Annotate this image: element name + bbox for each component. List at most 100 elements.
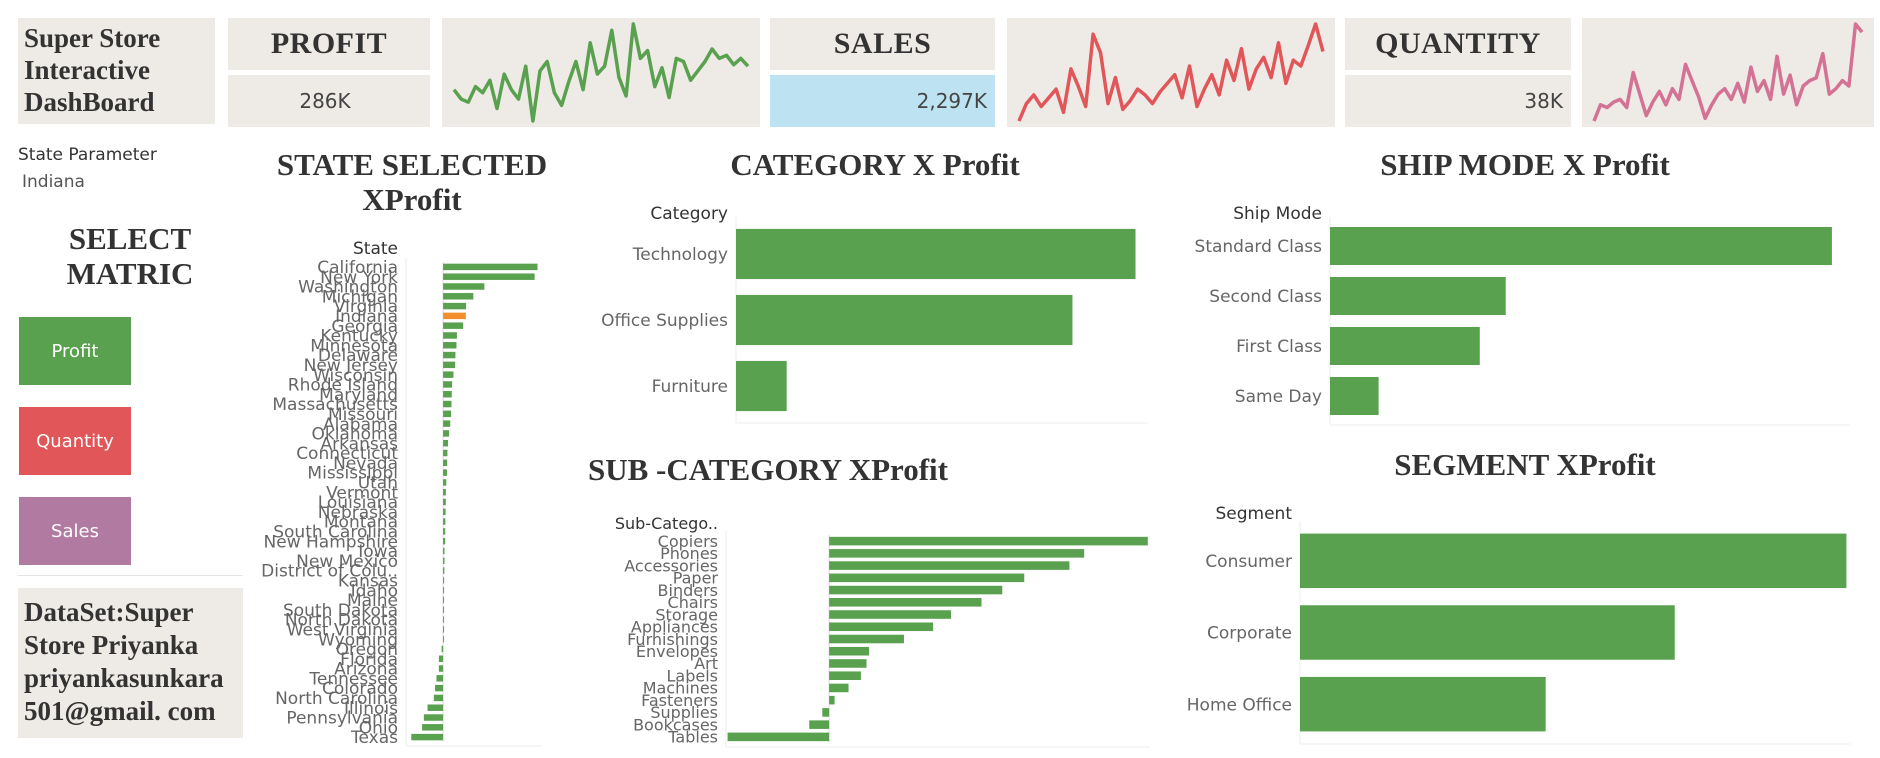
segment-chart-title: SEGMENT XProfit (1394, 447, 1656, 482)
sales-sparkline (1017, 22, 1325, 122)
bar-delaware (443, 351, 456, 359)
sidebar-divider (18, 575, 243, 576)
bar-utah (443, 479, 447, 486)
quantity-sparkline (1592, 22, 1864, 122)
profit-kpi-title: PROFIT (228, 18, 430, 70)
bar-wyoming (443, 635, 445, 643)
bar-ohio (422, 724, 444, 731)
bar-standard-class (1330, 227, 1832, 265)
bar-idaho (443, 586, 445, 594)
segment-profit-chart: Segment Consumer Corporate Home Office (1187, 504, 1850, 745)
bar-paper (829, 573, 1025, 583)
dashboard-title: Super Store Interactive DashBoard (18, 18, 215, 124)
bar-georgia (443, 322, 464, 329)
bar-furniture (736, 360, 787, 412)
sales-kpi-value: 2,297K (770, 75, 995, 127)
category-chart-title: CATEGORY X Profit (730, 147, 1020, 182)
shipmode-chart-title: SHIP MODE X Profit (1380, 147, 1670, 182)
quantity-sparkline-panel (1582, 18, 1874, 127)
tick-label-corporate: Corporate (1207, 624, 1292, 644)
tick-label-technology: Technology (632, 245, 728, 265)
y-axis-title: Segment (1216, 504, 1293, 524)
bar-nebraska (443, 508, 446, 516)
tick-label-furniture: Furniture (652, 377, 728, 397)
tick-label-tables: Tables (667, 728, 718, 747)
quantity-sparkline-line (1592, 22, 1864, 122)
bar-nevada (443, 459, 448, 467)
bar-south-carolina (443, 528, 446, 535)
bar-same-day (1330, 377, 1379, 415)
bar-texas (411, 733, 444, 741)
y-axis-title: Category (650, 204, 728, 224)
bar-first-class (1330, 327, 1480, 365)
state-chart-title-line: STATE SELECTED (276, 147, 548, 182)
bar-new-york (443, 273, 535, 280)
sales-kpi-value-text: 2,297K (916, 89, 987, 113)
bar-furnishings (829, 634, 904, 644)
dashboard-title-line: Interactive (24, 55, 150, 85)
dataset-info-line: 501@gmail. com (24, 696, 216, 726)
dataset-info: DataSet:Super Store Priyanka priyankasun… (18, 588, 243, 738)
tick-label-same-day: Same Day (1235, 387, 1322, 407)
bar-chairs (829, 598, 982, 607)
tick-label-first-class: First Class (1236, 337, 1322, 357)
bar-colorado (435, 684, 444, 692)
dataset-info-line: Store Priyanka (24, 630, 199, 660)
bar-north-dakota (443, 616, 445, 623)
select-metric-title-line: SELECT (68, 221, 192, 256)
profit-kpi-value-text: 286K (299, 89, 351, 113)
tick-label-home-office: Home Office (1187, 695, 1292, 715)
bar-arkansas (443, 439, 449, 447)
bar-illinois (427, 704, 444, 711)
bar-labels (829, 671, 861, 680)
bar-phones (829, 549, 1085, 558)
bar-fasteners (829, 695, 835, 705)
profit-metric-button[interactable]: Profit (19, 317, 131, 385)
tick-label-texas: Texas (350, 728, 398, 748)
bar-maryland (443, 391, 452, 398)
bar-washington (443, 283, 485, 290)
bar-kentucky (443, 332, 457, 339)
dataset-info-line: priyankasunkara (24, 663, 224, 693)
sales-metric-button[interactable]: Sales (19, 497, 131, 565)
sales-kpi-title: SALES (770, 18, 995, 70)
profit-sparkline-panel (442, 18, 760, 127)
bar-copiers (829, 536, 1148, 546)
y-axis-title: State (353, 239, 398, 259)
bar-office-supplies (736, 294, 1073, 346)
y-axis-title: Ship Mode (1233, 204, 1322, 224)
bar-missouri (443, 410, 452, 418)
bar-home-office (1300, 676, 1546, 732)
bar-michigan (443, 293, 474, 300)
bar-west-virginia (443, 626, 445, 633)
quantity-metric-button[interactable]: Quantity (19, 407, 131, 475)
bar-florida (438, 655, 444, 662)
bar-new-mexico (443, 557, 445, 565)
bar-iowa (443, 547, 445, 555)
bar-supplies (822, 708, 830, 717)
shipmode-profit-chart: Ship Mode Standard Class Second Class First… (1195, 204, 1850, 426)
bar-new-jersey (443, 361, 456, 369)
state-chart-title-line: XProfit (362, 182, 462, 217)
bar-appliances (829, 622, 934, 632)
bar-binders (829, 585, 1003, 595)
profit-sparkline (452, 22, 750, 123)
bar-vermont (443, 488, 446, 496)
bar-arizona (438, 665, 444, 672)
state-profit-chart: StateCaliforniaNew YorkWashingtonMichiga… (261, 239, 542, 748)
state-parameter-dropdown[interactable]: Indiana (22, 172, 85, 192)
bar-maine (443, 596, 445, 604)
bar-indiana (443, 312, 466, 320)
dataset-info-line: DataSet:Super (24, 597, 194, 627)
bar-south-dakota (443, 606, 445, 613)
select-metric-title-line: MATRIC (66, 256, 194, 291)
bar-north-carolina (433, 694, 444, 702)
state-chart-title: STATE SELECTED XProfit (262, 147, 562, 217)
bar-second-class (1330, 277, 1506, 315)
tick-label-standard-class: Standard Class (1195, 237, 1323, 257)
bar-technology (736, 228, 1136, 280)
quantity-kpi-value-text: 38K (1524, 89, 1563, 113)
bar-virginia (443, 302, 467, 310)
quantity-kpi-title: QUANTITY (1345, 18, 1571, 70)
y-axis-title: Sub-Catego.. (615, 514, 718, 533)
